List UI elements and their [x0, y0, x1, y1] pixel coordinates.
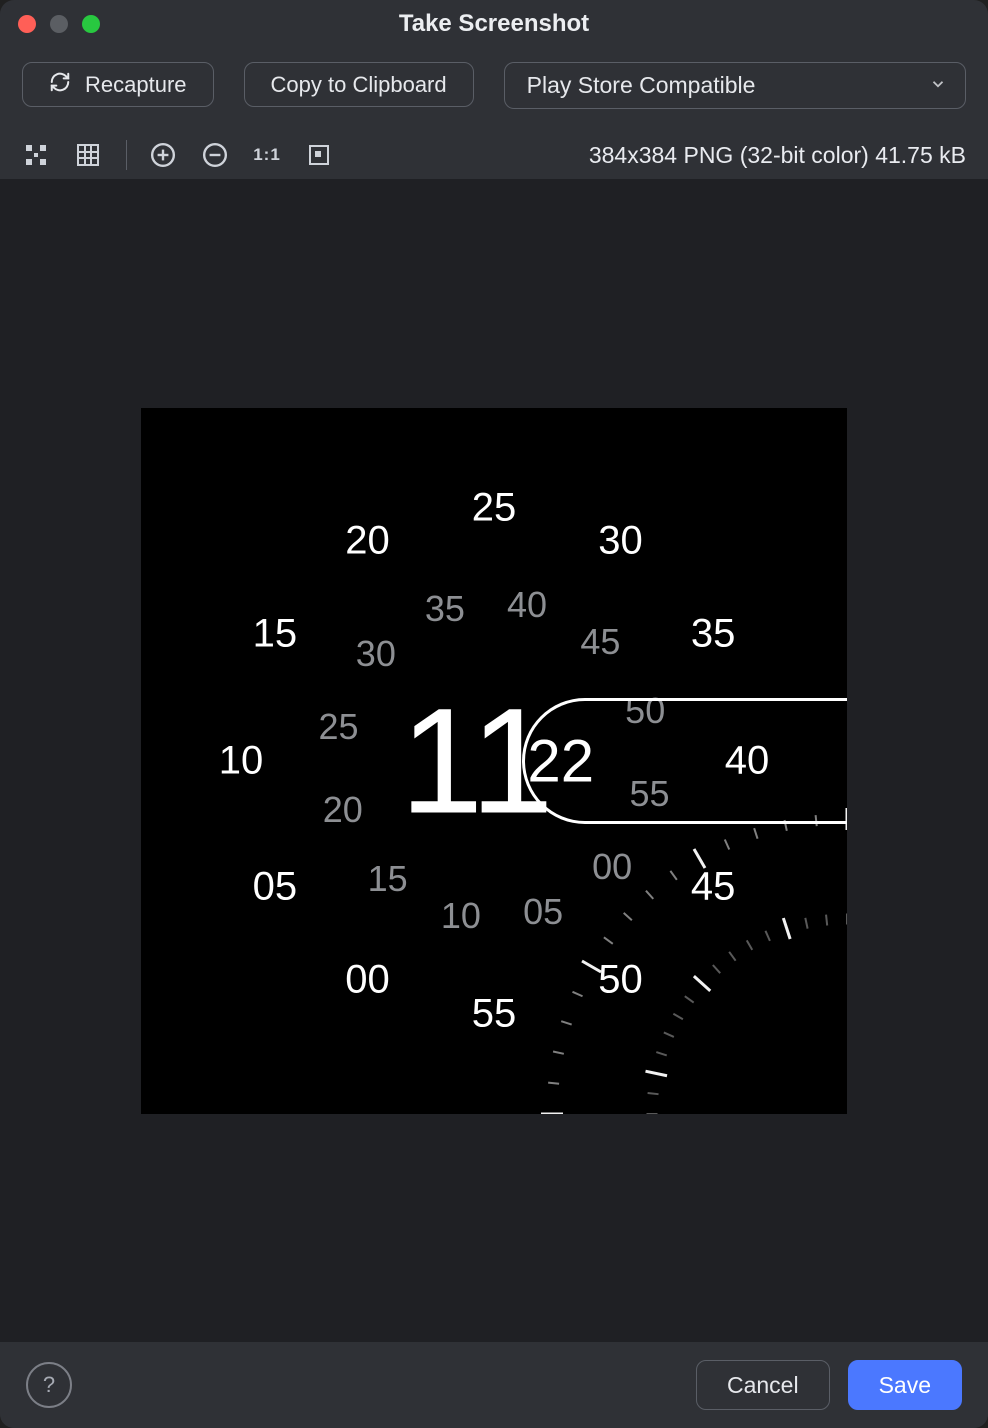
outer-ring-label: 30 — [598, 519, 643, 564]
minimize-window-button[interactable] — [50, 15, 68, 33]
window-controls — [18, 15, 100, 33]
outer-ring-label: 25 — [472, 485, 517, 530]
window-title: Take Screenshot — [0, 10, 988, 38]
inner-ring-label: 40 — [507, 584, 547, 626]
format-select-value: Play Store Compatible — [527, 72, 756, 99]
zoom-window-button[interactable] — [82, 15, 100, 33]
save-button[interactable]: Save — [848, 1360, 962, 1410]
separator — [126, 140, 127, 170]
close-window-button[interactable] — [18, 15, 36, 33]
recapture-label: Recapture — [85, 72, 187, 98]
titlebar: Take Screenshot — [0, 0, 988, 48]
cancel-label: Cancel — [727, 1372, 799, 1399]
help-button[interactable]: ? — [26, 1362, 72, 1408]
preview-area: 0005101520253035404550550005101520253035… — [0, 179, 988, 1342]
actual-size-icon[interactable]: 1:1 — [253, 141, 281, 169]
frame-icon[interactable] — [305, 141, 333, 169]
copy-to-clipboard-button[interactable]: Copy to Clipboard — [244, 62, 474, 107]
format-select[interactable]: Play Store Compatible — [504, 62, 966, 109]
save-label: Save — [879, 1372, 931, 1399]
outer-ring-label: 45 — [691, 865, 736, 910]
inner-ring-label: 35 — [425, 588, 465, 630]
grid-icon[interactable] — [74, 141, 102, 169]
action-toolbar: Recapture Copy to Clipboard Play Store C… — [0, 48, 988, 131]
cancel-button[interactable]: Cancel — [696, 1360, 830, 1410]
outer-ring-label: 20 — [345, 519, 390, 564]
minute-display: 22 — [527, 726, 594, 795]
copy-label: Copy to Clipboard — [271, 72, 447, 98]
inner-ring-label: 10 — [441, 895, 481, 937]
screenshot-dialog: Take Screenshot Recapture Copy to Clipbo… — [0, 0, 988, 1428]
refresh-icon — [49, 71, 71, 99]
recapture-button[interactable]: Recapture — [22, 62, 214, 107]
zoom-in-icon[interactable] — [149, 141, 177, 169]
outer-ring-label: 05 — [253, 865, 298, 910]
inner-ring-label: 30 — [356, 633, 396, 675]
screenshot-preview: 0005101520253035404550550005101520253035… — [141, 408, 847, 1114]
inner-ring-label: 00 — [592, 846, 632, 888]
preview-toolbar: 1:1 384x384 PNG (32-bit color) 41.75 kB — [0, 131, 988, 179]
outer-ring-label: 10 — [219, 738, 264, 783]
zoom-out-icon[interactable] — [201, 141, 229, 169]
inner-ring-label: 20 — [323, 789, 363, 831]
outer-ring-label: 35 — [691, 612, 736, 657]
image-metadata: 384x384 PNG (32-bit color) 41.75 kB — [589, 142, 966, 169]
outer-ring-label: 15 — [253, 612, 298, 657]
chevron-down-icon — [929, 72, 947, 99]
inner-ring-label: 05 — [523, 891, 563, 933]
inner-ring-label: 25 — [318, 706, 358, 748]
inner-ring-label: 15 — [368, 858, 408, 900]
fit-icon[interactable] — [22, 141, 50, 169]
outer-ring-label: 55 — [472, 991, 517, 1036]
inner-ring-label: 45 — [580, 621, 620, 663]
footer: ? Cancel Save — [0, 1342, 988, 1428]
outer-ring-label: 00 — [345, 957, 390, 1002]
outer-ring-label: 50 — [598, 957, 643, 1002]
